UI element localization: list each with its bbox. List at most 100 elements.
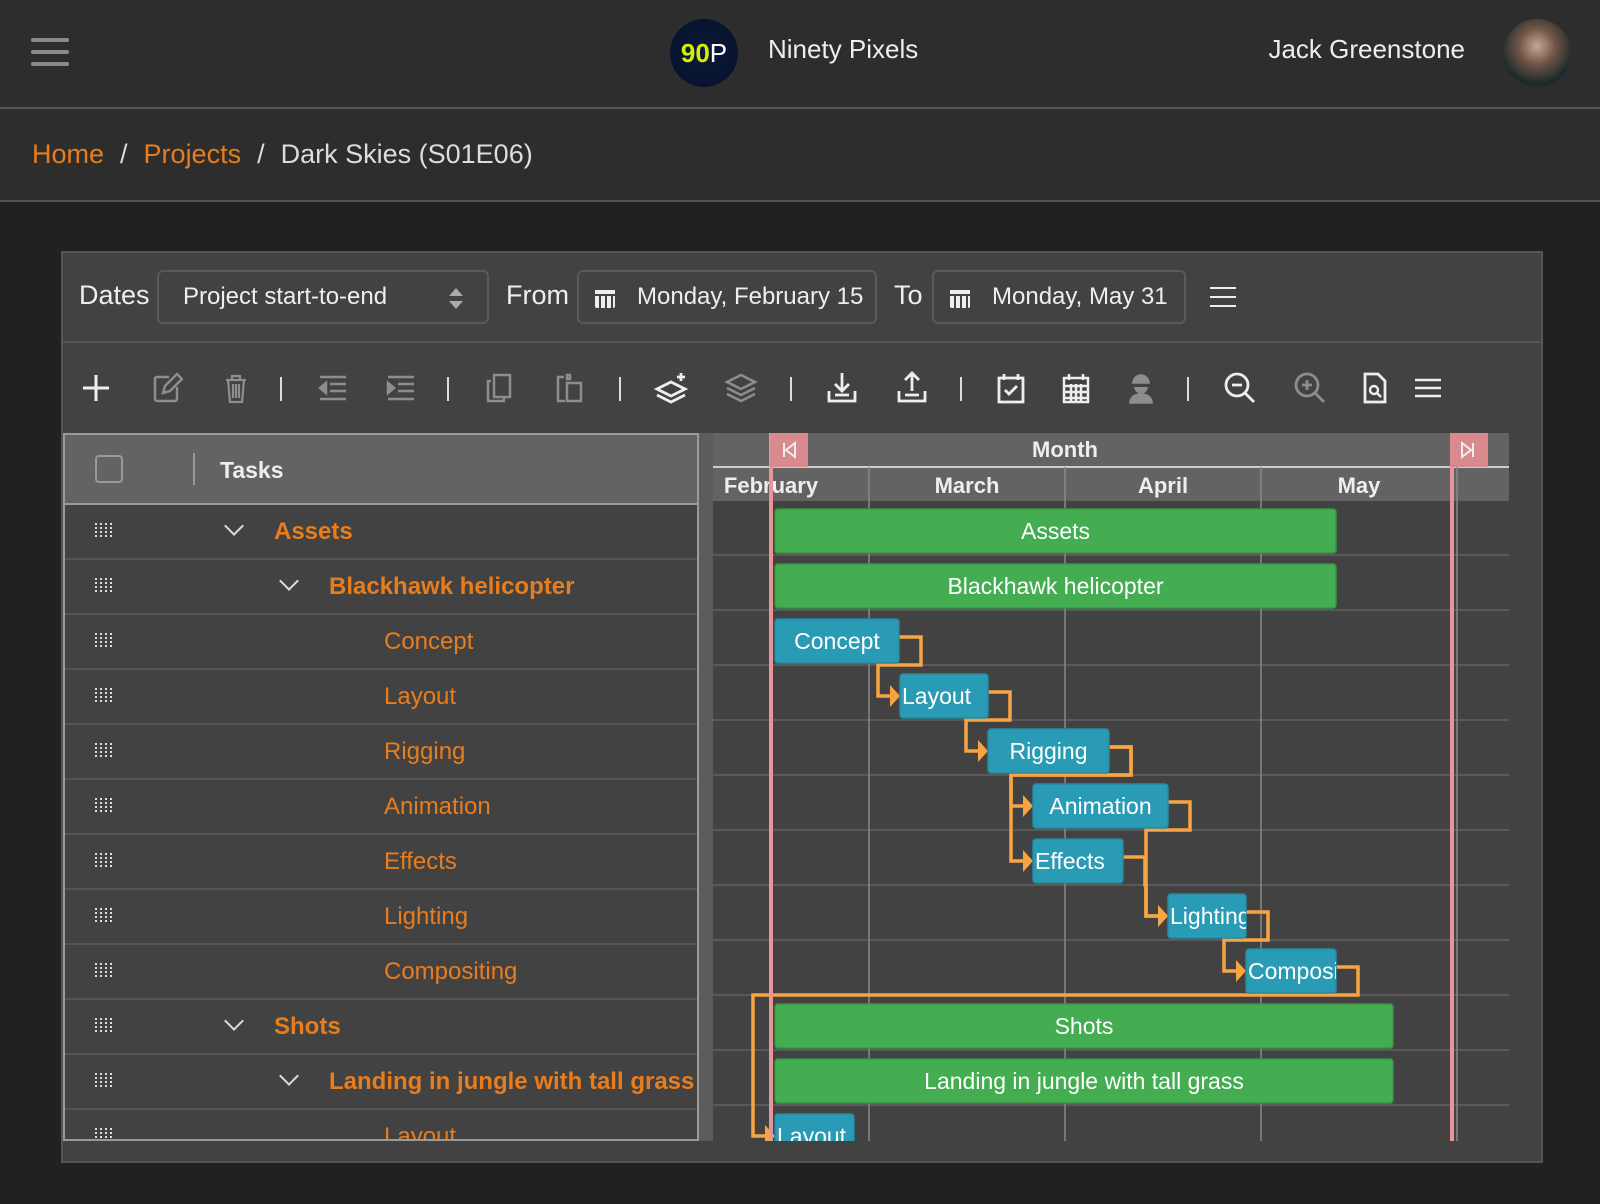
drag-handle-icon[interactable] [95,523,113,539]
task-name[interactable]: Rigging [384,738,465,766]
project-end-marker-flag[interactable] [1450,433,1488,467]
calendar-icon [595,286,615,308]
drag-handle-icon[interactable] [95,798,113,814]
delete-button[interactable] [219,371,253,405]
chevron-down-icon[interactable] [224,1011,244,1031]
drag-handle-icon[interactable] [95,1073,113,1089]
drag-handle-icon[interactable] [95,743,113,759]
drag-handle-icon[interactable] [95,1018,113,1034]
copy-icon [486,373,512,403]
toolbar-separator [280,377,282,401]
menu-icon [1415,378,1441,398]
calendar-check-button[interactable] [994,371,1028,405]
indent-button[interactable] [384,371,418,405]
to-date-field[interactable]: Monday, May 31 [932,270,1186,324]
calendar-check-icon [997,374,1025,404]
dependency-arrow-icon [1158,905,1168,927]
month-label: March [935,473,1000,498]
task-row[interactable]: Layout [65,670,697,725]
zoom-in-icon [1294,372,1325,403]
chevron-down-icon[interactable] [279,571,299,591]
calendar-grid-button[interactable] [1059,371,1093,405]
task-row[interactable]: Blackhawk helicopter [65,560,697,615]
copy-button[interactable] [483,371,517,405]
bar-label: Layout [902,683,972,709]
task-name[interactable]: Shots [274,1013,341,1041]
menu-button[interactable] [1411,371,1445,405]
main-menu-button[interactable] [31,38,69,68]
task-row[interactable]: Animation [65,780,697,835]
filter-menu-button[interactable] [1210,287,1236,309]
drag-handle-icon[interactable] [95,963,113,979]
task-row[interactable]: Layout [65,1110,697,1139]
timescale-label: Month [1032,437,1098,462]
brand-name: Ninety Pixels [768,34,919,64]
dates-select-value: Project start-to-end [183,283,388,310]
task-name[interactable]: Assets [274,518,353,546]
task-name[interactable]: Compositing [384,958,517,986]
select-all-checkbox[interactable] [95,455,123,483]
drag-handle-icon[interactable] [95,1128,113,1139]
drag-handle-icon[interactable] [95,688,113,704]
dependency-arrow-icon [978,740,988,762]
from-date-field[interactable]: Monday, February 15 [577,270,877,324]
add-layer-icon [654,373,688,404]
import-icon [827,373,857,403]
bar-label: Layout [777,1123,847,1141]
toolbar-separator [790,377,792,401]
layers-button[interactable] [724,371,758,405]
dates-label: Dates [79,280,150,310]
calendar-grid-icon [1062,374,1090,404]
project-start-marker-flag[interactable] [770,433,808,467]
worker-button[interactable] [1124,371,1158,405]
task-name[interactable]: Lighting [384,903,468,931]
add-button[interactable] [79,371,113,405]
breadcrumb-projects[interactable]: Projects [144,139,242,169]
bar-label: Rigging [1010,738,1088,764]
task-name[interactable]: Layout [384,1123,456,1139]
breadcrumb-home[interactable]: Home [32,139,104,169]
drag-handle-icon[interactable] [95,908,113,924]
grid-splitter[interactable] [699,433,713,1141]
outdent-button[interactable] [316,371,350,405]
task-name[interactable]: Concept [384,628,473,656]
date-filter-bar: Dates Project start-to-end From Monday, … [63,253,1541,343]
chevron-down-icon[interactable] [224,516,244,536]
task-row[interactable]: Shots [65,1000,697,1055]
worker-icon [1129,374,1153,404]
task-name[interactable]: Layout [384,683,456,711]
task-row[interactable]: Rigging [65,725,697,780]
breadcrumb-current: Dark Skies (S01E06) [280,139,533,169]
drag-handle-icon[interactable] [95,633,113,649]
gantt-timeline: MonthFebruaryMarchAprilMayAssetsBlackhaw… [713,433,1541,1141]
add-layer-button[interactable] [654,371,688,405]
paste-button[interactable] [553,371,587,405]
task-row[interactable]: Concept [65,615,697,670]
tasks-column-header[interactable]: Tasks [220,457,284,484]
dates-select[interactable]: Project start-to-end [157,270,489,324]
task-row[interactable]: Effects [65,835,697,890]
user-name[interactable]: Jack Greenstone [1268,34,1465,65]
task-row[interactable]: Assets [65,505,697,560]
user-avatar[interactable] [1503,19,1571,87]
drag-handle-icon[interactable] [95,578,113,594]
delete-icon [226,374,246,404]
task-name[interactable]: Effects [384,848,457,876]
task-row[interactable]: Lighting [65,890,697,945]
breadcrumb: Home / Projects / Dark Skies (S01E06) [32,139,533,170]
task-name[interactable]: Landing in jungle with tall grass [329,1068,694,1096]
brand-logo[interactable]: 90 P [670,19,738,87]
drag-handle-icon[interactable] [95,853,113,869]
task-name[interactable]: Blackhawk helicopter [329,573,574,601]
zoom-out-button[interactable] [1223,371,1257,405]
export-button[interactable] [895,371,929,405]
file-search-button[interactable] [1358,371,1392,405]
zoom-in-button[interactable] [1293,371,1327,405]
edit-button[interactable] [149,371,183,405]
task-row[interactable]: Landing in jungle with tall grass [65,1055,697,1110]
bar-label: Concept [794,628,880,654]
task-row[interactable]: Compositing [65,945,697,1000]
chevron-down-icon[interactable] [279,1066,299,1086]
task-name[interactable]: Animation [384,793,491,821]
import-button[interactable] [825,371,859,405]
